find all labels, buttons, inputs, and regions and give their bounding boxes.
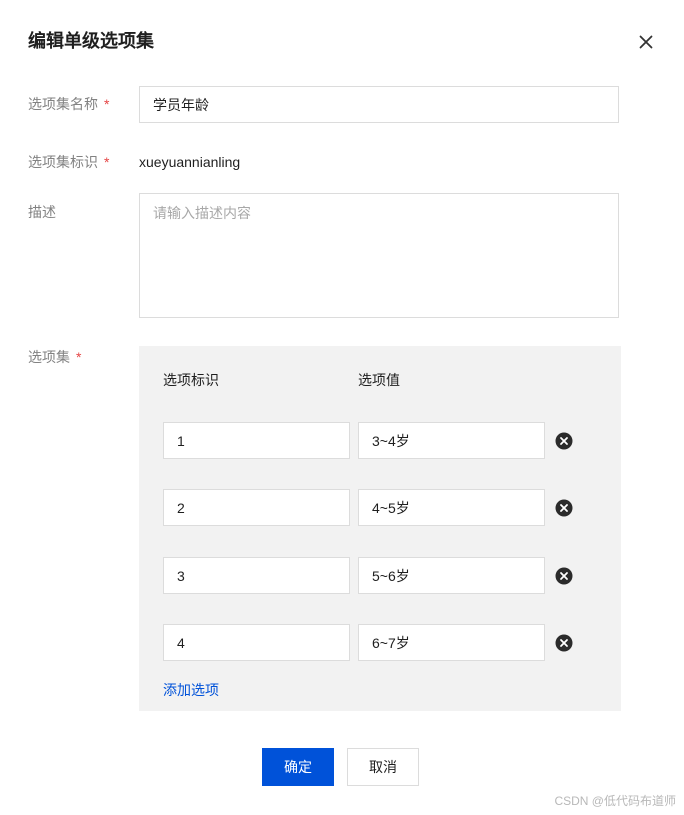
remove-circle-icon[interactable] <box>555 499 573 517</box>
option-id-input[interactable] <box>163 489 350 526</box>
cancel-button[interactable]: 取消 <box>347 748 419 786</box>
remove-circle-icon[interactable] <box>555 432 573 450</box>
identifier-label-text: 选项集标识 <box>28 154 98 170</box>
option-value-input[interactable] <box>358 624 545 661</box>
name-input[interactable] <box>139 86 619 123</box>
required-mark: * <box>104 154 110 170</box>
add-option-link[interactable]: 添加选项 <box>163 680 219 700</box>
edit-option-set-dialog: 编辑单级选项集 选项集名称 * 选项集标识 * xueyuannianling 描述… <box>0 0 684 815</box>
watermark: CSDN @低代码布道师 <box>554 794 676 808</box>
remove-circle-icon[interactable] <box>555 567 573 585</box>
name-label-text: 选项集名称 <box>28 96 98 112</box>
required-mark: * <box>76 349 82 365</box>
options-label: 选项集 * <box>28 347 81 367</box>
option-value-column-header: 选项值 <box>358 372 400 388</box>
name-label: 选项集名称 * <box>28 94 109 114</box>
option-row <box>139 422 621 459</box>
options-panel: 选项标识 选项值 1 3~4岁 2 4~5岁 3 5~6岁 4 6~7岁 添加选… <box>139 346 621 711</box>
identifier-value: xueyuannianling <box>139 154 241 170</box>
description-textarea[interactable] <box>139 193 619 318</box>
options-label-text: 选项集 <box>28 349 70 365</box>
option-id-input[interactable] <box>163 557 350 594</box>
confirm-button[interactable]: 确定 <box>262 748 334 786</box>
identifier-label: 选项集标识 * <box>28 152 109 172</box>
description-label: 描述 <box>28 202 56 222</box>
description-label-text: 描述 <box>28 204 56 220</box>
option-id-column-header: 选项标识 <box>163 372 219 388</box>
option-value-input[interactable] <box>358 422 545 459</box>
option-id-input[interactable] <box>163 422 350 459</box>
close-icon <box>634 30 658 54</box>
option-row <box>139 557 621 594</box>
close-button[interactable] <box>634 30 658 54</box>
option-value-input[interactable] <box>358 557 545 594</box>
dialog-title: 编辑单级选项集 <box>28 31 154 51</box>
option-row <box>139 489 621 526</box>
option-value-input[interactable] <box>358 489 545 526</box>
remove-circle-icon[interactable] <box>555 634 573 652</box>
required-mark: * <box>104 96 110 112</box>
option-id-input[interactable] <box>163 624 350 661</box>
option-row <box>139 624 621 661</box>
